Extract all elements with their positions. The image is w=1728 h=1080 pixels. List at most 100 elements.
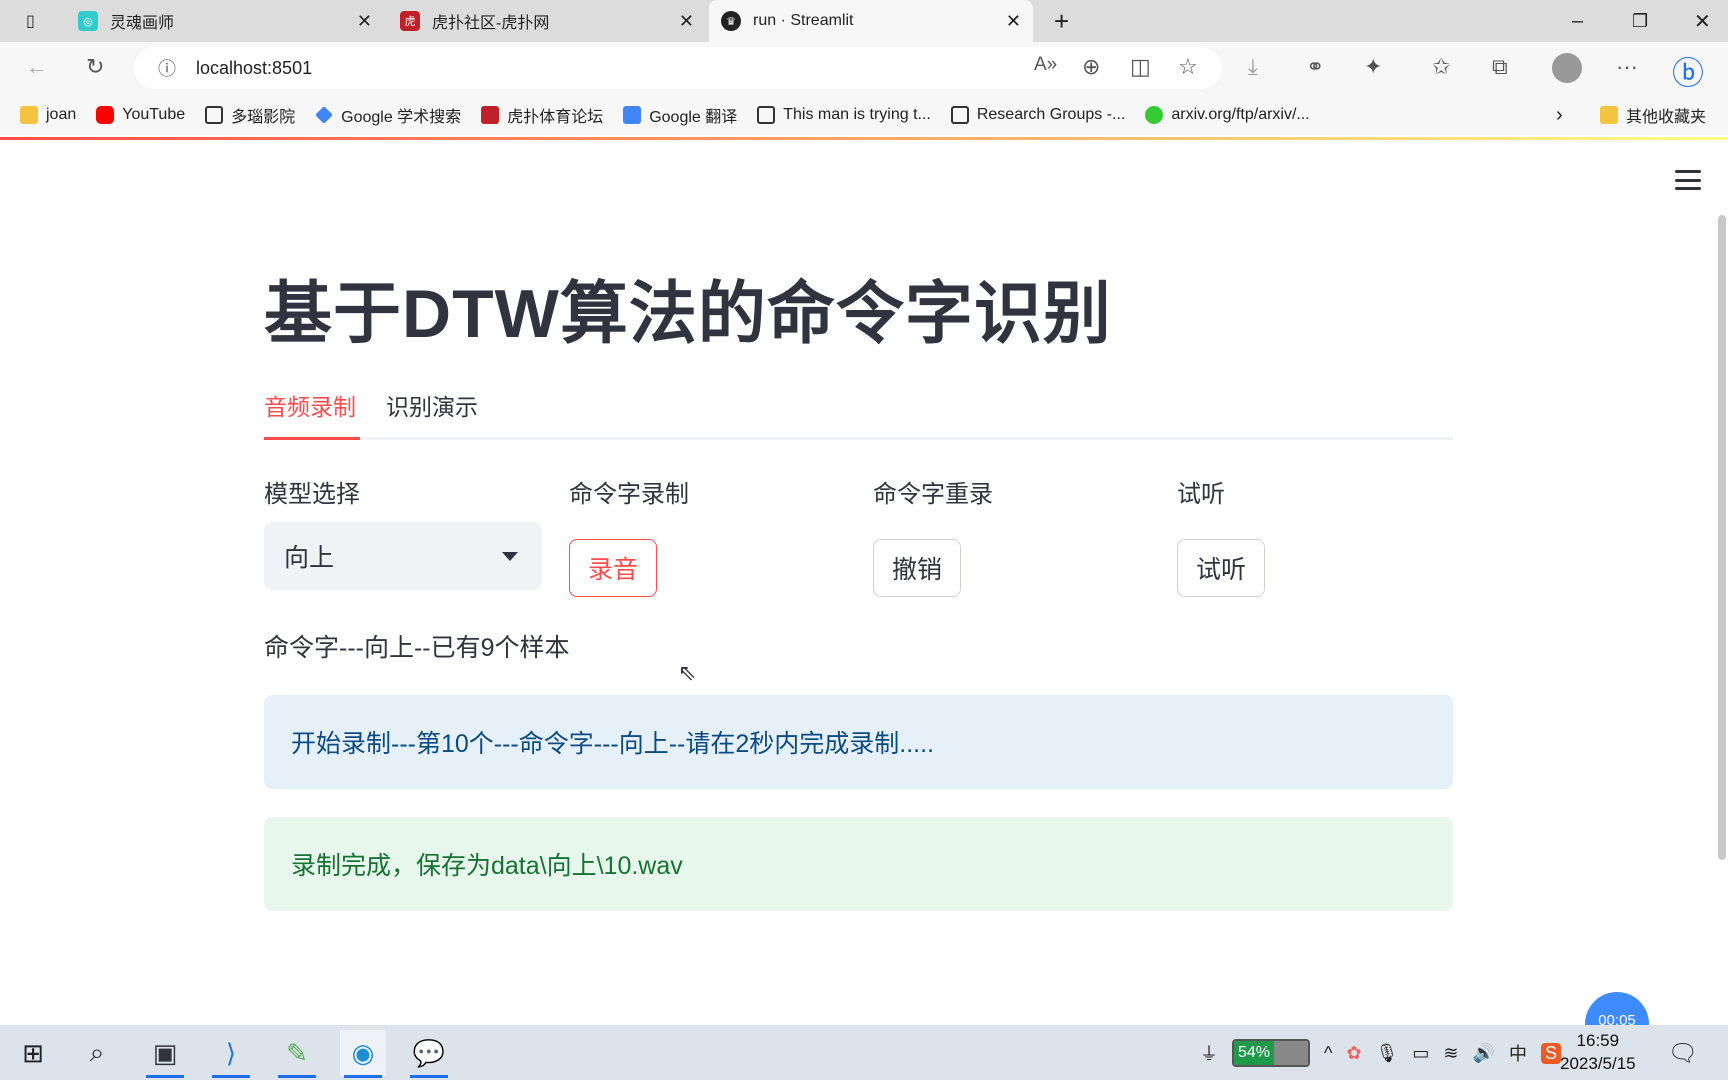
close-tab-icon[interactable]: ✕ — [679, 11, 694, 32]
edge-app-icon[interactable]: ◉ — [340, 1030, 386, 1078]
wechat-app-icon[interactable]: 💬 — [406, 1030, 452, 1078]
bookmark-label: This man is trying t... — [783, 106, 931, 123]
bookmark-item[interactable]: arxiv.org/ftp/arxiv/... — [1145, 106, 1310, 124]
extensions-icon[interactable]: ✦ — [1364, 54, 1382, 80]
folder-icon — [20, 106, 38, 124]
favorite-add-icon[interactable]: ☆ — [1178, 54, 1198, 80]
editor-app-icon[interactable]: ✎ — [274, 1030, 320, 1078]
download-icon[interactable]: ⤓ — [1248, 54, 1258, 80]
bookmark-label: Google 学术搜索 — [341, 109, 462, 126]
tray-app-icon[interactable]: ✿ — [1346, 1043, 1361, 1064]
page-title: 基于DTW算法的命令字识别 — [264, 276, 1112, 352]
record-label: 命令字录制 — [569, 481, 689, 508]
restore-button[interactable]: ❐ — [1620, 0, 1660, 42]
read-aloud-icon[interactable]: A» — [1034, 54, 1057, 76]
translate-icon — [623, 106, 642, 124]
wifi-icon[interactable]: ≋ — [1443, 1043, 1458, 1064]
search-icon[interactable]: ⌕ — [74, 1030, 120, 1076]
back-icon[interactable]: ← — [26, 54, 48, 80]
address-bar[interactable]: ⓘ localhost:8501 — [134, 47, 1222, 89]
copilot-icon[interactable]: ⚭ — [1306, 54, 1324, 80]
microphone-icon[interactable]: 🎙 — [1376, 1043, 1399, 1064]
smiley-icon — [1145, 106, 1164, 124]
power-status-icon[interactable]: ▭ — [1412, 1043, 1429, 1064]
record-button[interactable]: 录音 — [569, 539, 658, 597]
listen-label: 试听 — [1177, 481, 1225, 508]
bookmark-item[interactable]: This man is trying t... — [757, 106, 931, 124]
streamlit-decoration-bar — [0, 137, 1728, 140]
bing-icon[interactable]: ⓑ — [1672, 48, 1704, 94]
more-icon[interactable]: ··· — [1616, 54, 1638, 80]
battery-percent: 54% — [1237, 1044, 1270, 1061]
browser-tab[interactable]: ◎ 灵魂画师 ✕ — [66, 0, 384, 42]
scrollbar[interactable] — [1718, 215, 1726, 860]
selected-value: 向上 — [284, 544, 335, 572]
bookmark-label: Google 翻译 — [649, 109, 738, 126]
model-select[interactable]: 向上 — [264, 522, 542, 590]
bookmark-item[interactable]: 虎扑体育论坛 — [481, 103, 603, 127]
terminal-app-icon[interactable]: ▣ — [142, 1030, 188, 1078]
clock-date: 2023/5/15 — [1560, 1054, 1636, 1073]
new-tab-button[interactable]: + — [1042, 0, 1081, 42]
bookmark-item[interactable]: YouTube — [96, 106, 185, 124]
bookmark-label: YouTube — [122, 106, 186, 123]
browser-tab[interactable]: 虎虎扑社区-虎扑网 ✕ — [388, 0, 706, 42]
streamlit-favicon-icon: ♛ — [721, 11, 741, 31]
show-hidden-icons-chevron-icon[interactable]: ^ — [1324, 1043, 1332, 1064]
bookmark-label: Research Groups -... — [976, 106, 1126, 123]
bookmark-item[interactable]: Research Groups -... — [950, 106, 1126, 124]
rerecord-label: 命令字重录 — [873, 481, 993, 508]
tab-audio-recording[interactable]: 音频录制 — [264, 388, 356, 422]
split-screen-icon[interactable]: ◫ — [1130, 54, 1151, 80]
clock[interactable]: 16:59 2023/5/15 — [1560, 1029, 1636, 1075]
bookmark-item[interactable]: 多瑙影院 — [205, 103, 295, 127]
success-alert: 录制完成，保存为data\向上\10.wav — [264, 817, 1453, 911]
mouse-cursor-icon: ⇖ — [678, 660, 697, 685]
bookmark-item[interactable]: Google 翻译 — [623, 103, 737, 127]
browser-tab-bar: ▯ ◎ 灵魂画师 ✕ 虎虎扑社区-虎扑网 ✕ ♛ run · Streamlit ✕ + … — [0, 0, 1728, 42]
close-tab-icon[interactable]: ✕ — [1006, 11, 1021, 32]
tab-actions-icon: ▯ — [26, 13, 35, 30]
ime-indicator[interactable]: 中 — [1509, 1040, 1527, 1066]
collections-icon[interactable]: ⧉ — [1492, 54, 1508, 80]
undo-button[interactable]: 撤销 — [873, 539, 962, 597]
browser-tab-active[interactable]: ♛ run · Streamlit ✕ — [709, 0, 1033, 42]
refresh-icon[interactable]: ↻ — [86, 54, 104, 80]
page-icon — [205, 106, 224, 124]
listen-button[interactable]: 试听 — [1177, 539, 1266, 597]
folder-icon — [1600, 106, 1618, 124]
caret-down-icon — [502, 552, 518, 561]
tab-title: 灵魂画师 — [110, 15, 175, 32]
tab-actions-button[interactable]: ▯ — [14, 0, 54, 42]
sogou-ime-icon[interactable]: S — [1540, 1042, 1561, 1064]
tab-divider — [264, 437, 1453, 440]
battery-indicator[interactable]: 54% — [1232, 1039, 1310, 1067]
bookmark-item[interactable]: joan — [20, 106, 76, 124]
youtube-icon — [96, 106, 115, 124]
main-menu-icon[interactable] — [1675, 170, 1701, 190]
bookmarks-bar: joan YouTube 多瑙影院 Google 学术搜索 虎扑体育论坛 Goo… — [0, 95, 1728, 135]
tab-favicon-icon: 虎 — [400, 11, 420, 31]
info-icon: ⓘ — [158, 59, 176, 79]
active-tab-indicator — [264, 437, 360, 440]
tab-title: 虎扑社区-虎扑网 — [432, 15, 550, 32]
volume-icon[interactable]: 🔊 — [1473, 1043, 1495, 1064]
tab-recognition-demo[interactable]: 识别演示 — [386, 388, 478, 422]
favorites-icon[interactable]: ✩ — [1432, 54, 1450, 80]
hupu-icon — [481, 106, 500, 124]
close-tab-icon[interactable]: ✕ — [357, 11, 372, 32]
other-bookmarks-folder[interactable]: 其他收藏夹 — [1600, 103, 1706, 127]
more-bookmarks-chevron-icon[interactable]: › — [1556, 104, 1563, 127]
bookmark-item[interactable]: Google 学术搜索 — [315, 103, 461, 127]
profile-avatar-icon[interactable] — [1552, 53, 1582, 83]
zoom-icon[interactable]: ⊕ — [1082, 54, 1100, 80]
vscode-app-icon[interactable]: ⟩ — [208, 1030, 254, 1078]
bookmark-label: 其他收藏夹 — [1626, 109, 1707, 126]
start-icon[interactable]: ⊞ — [10, 1030, 56, 1076]
system-tray: ⏚ 54% ^ ✿ 🎙 ▭ ≋ 🔊 中 S — [1200, 1030, 1561, 1076]
scholar-icon — [315, 106, 334, 124]
minimize-button[interactable]: – — [1560, 0, 1595, 42]
close-window-button[interactable]: ✕ — [1682, 0, 1723, 42]
notifications-icon[interactable]: 🗨 — [1660, 1030, 1706, 1076]
bookmark-label: joan — [46, 106, 77, 123]
